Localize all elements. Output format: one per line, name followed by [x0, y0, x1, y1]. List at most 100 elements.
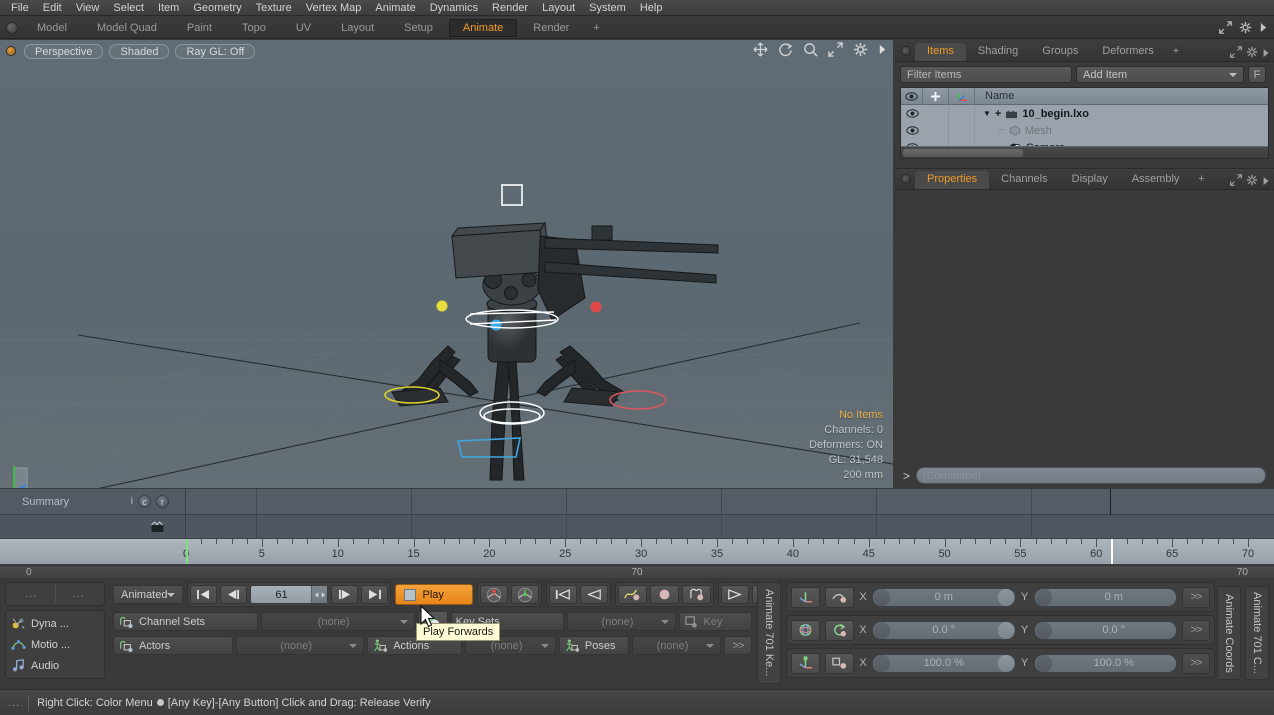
expand-icon[interactable]	[1230, 46, 1242, 58]
status-dots-button[interactable]: ...	[8, 697, 20, 709]
first-frame-button[interactable]	[190, 585, 218, 604]
field-right-knob[interactable]	[997, 654, 1014, 672]
scale-tool-button[interactable]	[791, 652, 820, 674]
scale-x-field[interactable]: 100.0 %	[872, 653, 1016, 673]
editor-item-audio[interactable]: Audio	[8, 655, 102, 676]
key-up-button[interactable]	[480, 585, 509, 604]
curve-key-button[interactable]	[618, 585, 648, 604]
dots-right-button[interactable]: ...	[54, 585, 103, 603]
position-x-field[interactable]: 0 m	[872, 587, 1016, 607]
menu-item-render[interactable]: Render	[485, 0, 535, 16]
field-left-knob[interactable]	[1035, 588, 1052, 606]
add-item-dropdown[interactable]: Add Item	[1076, 66, 1244, 83]
rotation-x-field[interactable]: 0.0 °	[872, 620, 1016, 640]
menu-item-layout[interactable]: Layout	[535, 0, 582, 16]
layout-menu-dot-icon[interactable]	[6, 21, 18, 34]
command-input[interactable]: (Command)	[916, 467, 1266, 484]
expand-icon[interactable]	[1230, 174, 1242, 186]
zoom-icon[interactable]	[803, 42, 818, 57]
items-panel-menu-dot-icon[interactable]	[901, 46, 911, 56]
vertical-tab-animate-keyframes[interactable]: Animate 701 Ke...	[757, 582, 781, 684]
gear-icon[interactable]	[1246, 46, 1258, 58]
actors-dropdown[interactable]: (none)	[236, 636, 365, 655]
last-frame-button[interactable]	[361, 585, 389, 604]
expand-icon[interactable]	[1219, 21, 1232, 34]
timeline-playhead[interactable]	[1111, 539, 1114, 564]
channel-sets-dropdown[interactable]: (none)	[260, 612, 415, 631]
3d-viewport[interactable]: Perspective Shaded Ray GL: Off No Items …	[0, 40, 893, 488]
field-left-knob[interactable]	[874, 654, 890, 672]
menu-item-view[interactable]: View	[69, 0, 107, 16]
menu-item-help[interactable]: Help	[633, 0, 670, 16]
viewport-raygl-button[interactable]: Ray GL: Off	[175, 43, 256, 59]
fit-icon[interactable]	[828, 42, 843, 57]
field-left-knob[interactable]	[874, 588, 890, 606]
actors-button[interactable]: Actors	[113, 636, 234, 655]
field-right-knob[interactable]	[997, 588, 1014, 606]
field-left-knob[interactable]	[1035, 654, 1052, 672]
timeline-scene-label-cell[interactable]	[0, 515, 186, 538]
panel-menu-arrow-icon[interactable]	[1262, 176, 1270, 186]
field-right-knob[interactable]	[997, 621, 1014, 639]
position-more-button[interactable]: >>	[1182, 586, 1210, 608]
current-frame-field[interactable]: 61	[250, 585, 329, 604]
timeline-summary-label-cell[interactable]: Summary i c r	[0, 489, 186, 514]
tab-properties[interactable]: Properties	[915, 171, 990, 189]
filter-f-button[interactable]: F	[1248, 66, 1266, 83]
channel-sets-button[interactable]: Channel Sets	[113, 612, 258, 631]
poses-more-button[interactable]: >>	[724, 636, 753, 655]
menu-item-vertex-map[interactable]: Vertex Map	[299, 0, 369, 16]
menu-item-animate[interactable]: Animate	[368, 0, 422, 16]
jump-prev-key-button[interactable]	[580, 585, 609, 604]
position-sub-button[interactable]	[825, 586, 854, 608]
rotation-y-field[interactable]: 0.0 °	[1033, 620, 1177, 640]
panel-menu-arrow-icon[interactable]	[1259, 22, 1268, 33]
mode-tab-layout[interactable]: Layout	[327, 19, 388, 37]
menu-item-system[interactable]: System	[582, 0, 633, 16]
plus-icon[interactable]: +	[995, 108, 1001, 120]
scrollbar-thumb[interactable]	[903, 149, 1023, 157]
move-icon[interactable]	[753, 42, 768, 57]
frame-slider-thumb[interactable]	[311, 586, 328, 603]
tab-add-props[interactable]: +	[1191, 171, 1211, 189]
item-list-tree[interactable]: Name ▼ + 10_begin.lxo ⌐ Mesh	[900, 87, 1269, 159]
mode-tab-paint[interactable]: Paint	[173, 19, 226, 37]
table-row[interactable]: ▼ + 10_begin.lxo	[901, 105, 1268, 122]
gear-icon[interactable]	[1246, 174, 1258, 186]
properties-panel-menu-dot-icon[interactable]	[901, 174, 911, 184]
mode-tab-render[interactable]: Render	[519, 19, 583, 37]
scale-sub-button[interactable]	[825, 652, 854, 674]
previous-frame-button[interactable]	[220, 585, 248, 604]
next-frame-button[interactable]	[331, 585, 359, 604]
mode-tab-animate[interactable]: Animate	[448, 18, 518, 37]
editor-item-dynamics[interactable]: Dyna ...	[8, 613, 102, 634]
vertical-tab-animate-coords-2[interactable]: Animate 701 C...	[1245, 586, 1269, 680]
rotation-sub-button[interactable]	[825, 619, 854, 641]
mode-tab-uv[interactable]: UV	[282, 19, 325, 37]
menu-item-edit[interactable]: Edit	[36, 0, 69, 16]
position-y-field[interactable]: 0 m	[1033, 587, 1177, 607]
panel-menu-arrow-icon[interactable]	[1262, 48, 1270, 58]
gear-icon[interactable]	[1239, 21, 1252, 34]
position-tool-button[interactable]	[791, 586, 820, 608]
key-button[interactable]: Key	[678, 612, 753, 631]
jump-next-key-button[interactable]	[721, 585, 750, 604]
field-left-knob[interactable]	[1035, 621, 1052, 639]
scale-y-field[interactable]: 100.0 %	[1033, 653, 1177, 673]
gear-icon[interactable]	[853, 42, 868, 57]
tab-deformers[interactable]: Deformers	[1090, 43, 1165, 61]
play-button[interactable]: Play	[395, 584, 474, 605]
tab-display[interactable]: Display	[1060, 171, 1120, 189]
badge-r[interactable]: r	[156, 495, 169, 508]
play-arrow-icon[interactable]	[878, 44, 887, 55]
poses-button[interactable]: Poses	[558, 636, 629, 655]
viewport-menu-dot-icon[interactable]	[6, 46, 16, 56]
mode-tab-model-quad[interactable]: Model Quad	[83, 19, 171, 37]
key-sets-dropdown[interactable]: (none)	[567, 612, 676, 631]
mode-tab-setup[interactable]: Setup	[390, 19, 447, 37]
menu-item-file[interactable]: File	[4, 0, 36, 16]
tab-shading[interactable]: Shading	[966, 43, 1030, 61]
tree-item-scene[interactable]: ▼ + 10_begin.lxo	[975, 108, 1089, 120]
tab-channels[interactable]: Channels	[989, 171, 1059, 189]
timeline-range-bar[interactable]: 0 70 70	[0, 565, 1274, 578]
